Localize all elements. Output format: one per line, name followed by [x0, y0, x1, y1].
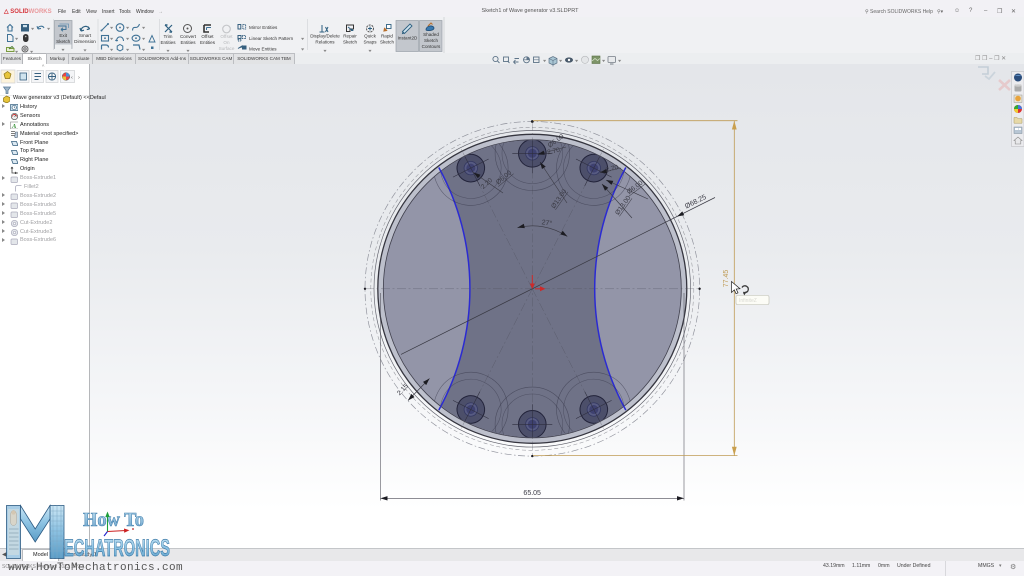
- svg-text:How To: How To: [83, 509, 144, 531]
- svg-text:27°: 27°: [541, 218, 553, 227]
- svg-text:ECHATRONICS: ECHATRONICS: [64, 535, 170, 562]
- svg-text:2.15: 2.15: [396, 383, 410, 397]
- svg-text:Ø68.25: Ø68.25: [684, 194, 708, 211]
- svg-text:77.45: 77.45: [723, 270, 730, 288]
- svg-text:InfiniteZ: InfiniteZ: [739, 298, 757, 304]
- svg-text:www.HowToMechatronics.com: www.HowToMechatronics.com: [8, 562, 183, 574]
- svg-text:65.05: 65.05: [523, 490, 541, 497]
